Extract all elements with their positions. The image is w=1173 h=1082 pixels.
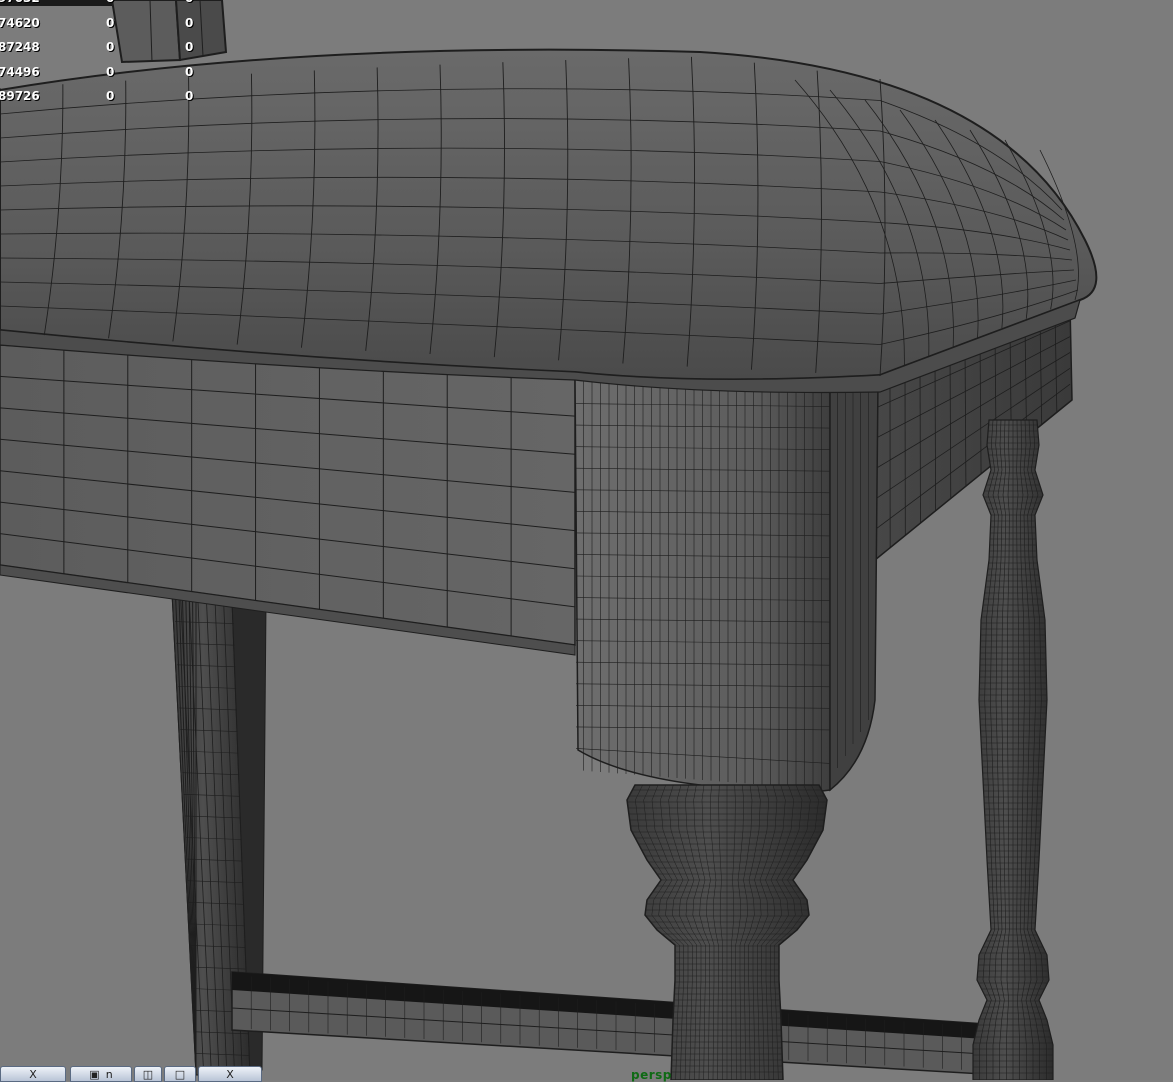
panel-toolbar: X ▣ n ◫ □ X xyxy=(0,1066,262,1080)
chair-wireframe-model[interactable] xyxy=(0,0,1173,1080)
restore-icon: □ xyxy=(175,1068,185,1081)
chair-back-post-side xyxy=(176,0,226,60)
back-rail xyxy=(0,0,112,6)
close-icon: X xyxy=(226,1068,234,1081)
camera-icon: ▣ xyxy=(89,1068,99,1081)
close-icon: X xyxy=(29,1068,37,1081)
chair-back-post xyxy=(112,0,180,62)
front-leg-block-side xyxy=(830,380,878,790)
seat-apron xyxy=(0,345,575,645)
window-icon: ◫ xyxy=(143,1068,153,1081)
3d-viewport[interactable]: 97032007462000872480074496008972600 pers… xyxy=(0,0,1173,1080)
